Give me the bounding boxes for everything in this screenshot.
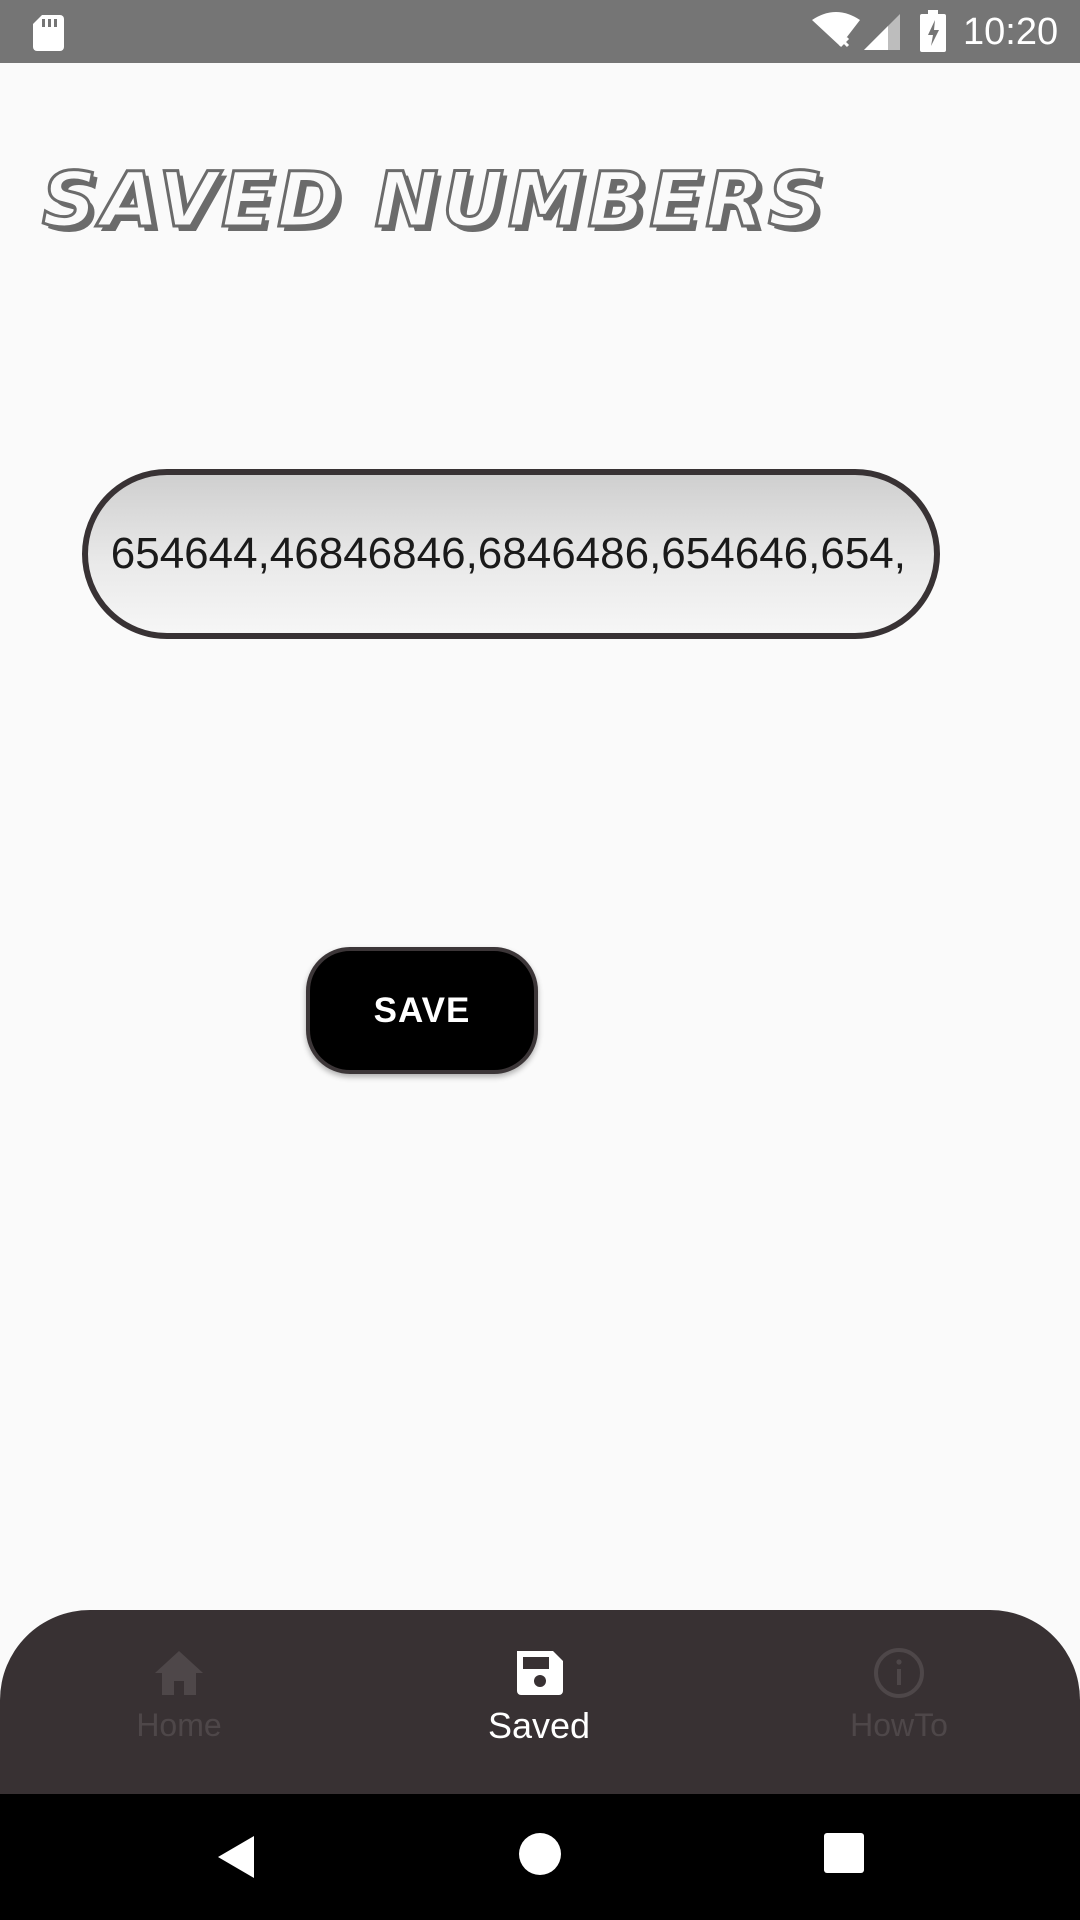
back-icon[interactable] bbox=[212, 1832, 262, 1882]
info-icon bbox=[874, 1648, 924, 1698]
nav-item-home[interactable]: Home bbox=[49, 1610, 309, 1794]
status-bar: 10:20 bbox=[0, 0, 1080, 63]
nav-item-howto[interactable]: HowTo bbox=[769, 1610, 1029, 1794]
battery-charging-icon bbox=[920, 10, 946, 52]
home-circle-icon[interactable] bbox=[518, 1832, 562, 1876]
system-navigation-bar bbox=[0, 1794, 1080, 1920]
nav-label-home: Home bbox=[136, 1707, 222, 1743]
numbers-input-value: 654644,46846846,6846486,654646,654, bbox=[110, 529, 906, 578]
signal-icon bbox=[864, 14, 900, 50]
recents-icon[interactable] bbox=[823, 1832, 865, 1874]
wifi-icon bbox=[812, 12, 860, 48]
status-time: 10:20 bbox=[963, 11, 1059, 53]
home-icon bbox=[155, 1651, 203, 1695]
nav-label-saved: Saved bbox=[487, 1705, 591, 1746]
bottom-navigation: Home Saved HowTo bbox=[0, 1610, 1080, 1794]
screen: 10:20 SAVED NUMBERS 654644,46846846,6846… bbox=[0, 0, 1080, 1920]
nav-label-howto: HowTo bbox=[850, 1707, 948, 1743]
page-title: SAVED NUMBERS bbox=[41, 154, 827, 246]
save-button[interactable]: SAVE bbox=[306, 947, 538, 1074]
save-icon bbox=[517, 1651, 563, 1695]
numbers-input[interactable]: 654644,46846846,6846486,654646,654, bbox=[82, 469, 940, 639]
nav-item-saved[interactable]: Saved bbox=[409, 1610, 669, 1794]
sd-card-icon bbox=[33, 15, 64, 51]
